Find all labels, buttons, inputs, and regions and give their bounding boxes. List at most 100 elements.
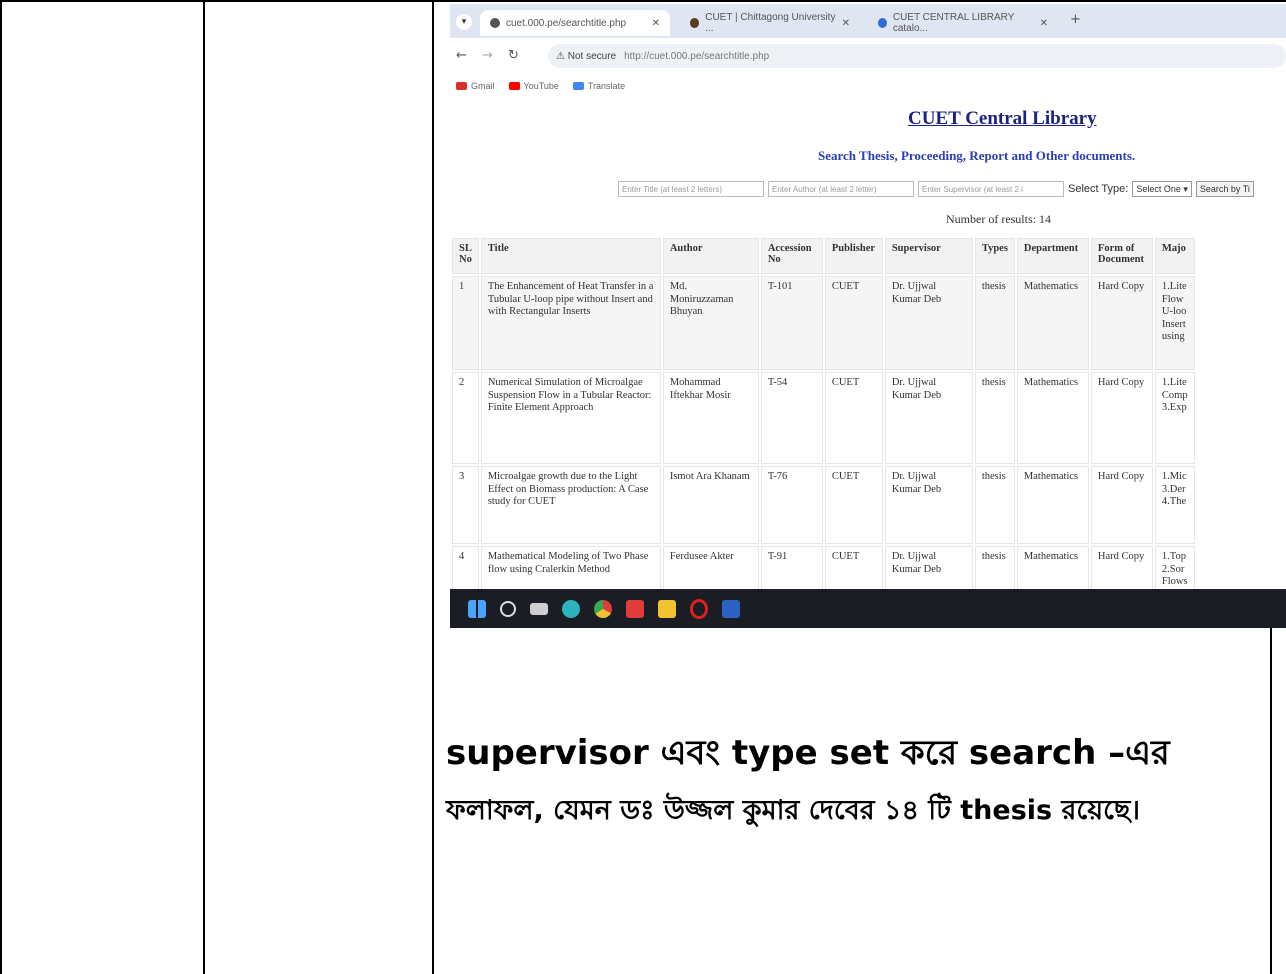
browser-screenshot: ▾ cuet.000.pe/searchtitle.php ✕ CUET | C… (450, 4, 1286, 628)
col-header-form: Form of Document (1090, 238, 1153, 274)
search-button[interactable]: Search by Ti (1195, 181, 1254, 197)
table-border-col3 (1270, 598, 1272, 974)
search-icon[interactable] (500, 600, 516, 617)
author-search-input[interactable]: Enter Author (at least 2 letter) (768, 181, 914, 197)
tab-library[interactable]: CUET CENTRAL LIBRARY catalo... ✕ (868, 10, 1058, 36)
youtube-icon (508, 82, 520, 90)
not-secure-badge[interactable]: ⚠ Not secure (556, 51, 616, 62)
cell-sl: 1 (452, 276, 479, 370)
bookmark-label: YouTube (523, 81, 559, 91)
col-header-types: Types (974, 238, 1015, 274)
tab-label: cuet.000.pe/searchtitle.php (506, 17, 627, 29)
cell-type: thesis (974, 372, 1015, 464)
back-arrow-icon[interactable]: ← (456, 48, 467, 63)
cell-author: Ismot Ara Khanam (662, 466, 759, 544)
tab-label: CUET | Chittagong University ... (705, 12, 836, 34)
cell-sl: 3 (452, 466, 479, 544)
col-header-title: Title (480, 238, 661, 274)
cell-title: The Enhancement of Heat Transfer in a Tu… (480, 276, 661, 370)
table-row: 3 Microalgae growth due to the Light Eff… (452, 466, 1195, 544)
col-header-department: Department (1016, 238, 1089, 274)
cuet-logo-icon (690, 18, 700, 28)
translate-icon (572, 82, 584, 90)
table-row: 1 The Enhancement of Heat Transfer in a … (452, 276, 1195, 370)
cell-accession: T-101 (760, 276, 823, 370)
cell-author: Mohammad Iftekhar Mosir (662, 372, 759, 464)
cell-title: Microalgae growth due to the Light Effec… (480, 466, 661, 544)
close-tab-icon[interactable]: ✕ (842, 18, 850, 29)
bookmark-translate[interactable]: Translate (572, 81, 626, 91)
library-logo-icon (878, 18, 887, 28)
windows-start-icon[interactable] (468, 599, 486, 618)
results-table: SL No Title Author Accession No Publishe… (450, 236, 1197, 608)
cell-form: Hard Copy (1090, 372, 1153, 464)
chevron-down-icon: ▾ (1180, 183, 1188, 194)
cell-type: thesis (974, 466, 1015, 544)
gmail-icon (456, 82, 467, 90)
cell-type: thesis (974, 276, 1015, 370)
cell-supervisor: Dr. Ujjwal Kumar Deb (884, 372, 973, 464)
url-text: http://cuet.000.pe/searchtitle.php (624, 50, 770, 62)
cell-publisher: CUET (824, 276, 883, 370)
tab-strip: ▾ cuet.000.pe/searchtitle.php ✕ CUET | C… (450, 4, 1286, 38)
type-select-value: Select One (1136, 184, 1181, 194)
task-view-icon[interactable] (530, 602, 548, 615)
bookmark-label: Gmail (471, 81, 495, 91)
caption-line-1: supervisor এবং type set করে search –এর (446, 733, 1170, 773)
col-header-accession: Accession No (760, 238, 823, 274)
table-border-top (0, 0, 1286, 2)
cell-author: Md. Moniruzzaman Bhuyan (662, 276, 759, 370)
windows-taskbar (450, 589, 1286, 628)
reload-icon[interactable]: ↻ (508, 48, 519, 63)
tab-cuet[interactable]: CUET | Chittagong University ... ✕ (680, 10, 860, 36)
cell-form: Hard Copy (1090, 276, 1153, 370)
supervisor-search-input[interactable]: Enter Supervisor (at least 2 l (918, 181, 1064, 197)
forward-arrow-icon[interactable]: → (482, 48, 493, 63)
edge-icon[interactable] (562, 599, 580, 618)
opera-icon[interactable] (690, 598, 708, 619)
tab-search-dropdown-icon[interactable]: ▾ (456, 14, 472, 30)
cell-sl: 2 (452, 372, 479, 464)
cell-department: Mathematics (1016, 372, 1089, 464)
title-search-input[interactable]: Enter Title (at least 2 letters) (618, 181, 764, 197)
bookmark-youtube[interactable]: YouTube (508, 81, 559, 91)
type-label: Select Type: (1068, 183, 1129, 195)
media-icon[interactable] (626, 599, 644, 618)
address-bar-row: ← → ↻ ⚠ Not secure http://cuet.000.pe/se… (450, 38, 1286, 74)
url-field[interactable]: ⚠ Not secure http://cuet.000.pe/searchti… (548, 44, 1286, 68)
bookmark-label: Translate (587, 81, 626, 91)
cell-title: Numerical Simulation of Microalgae Suspe… (480, 372, 661, 464)
table-border-left (0, 0, 2, 974)
table-border-col1 (203, 0, 205, 974)
bookmark-gmail[interactable]: Gmail (456, 81, 495, 91)
cell-major: 1.Lite Flow U-loo Insert using (1154, 276, 1195, 370)
bookmarks-bar: Gmail YouTube Translate (450, 76, 1286, 96)
results-count: Number of results: 14 (946, 212, 1051, 226)
cell-publisher: CUET (824, 372, 883, 464)
close-tab-icon[interactable]: ✕ (652, 18, 660, 29)
cell-major: 1.Mic 3.Der 4.The (1154, 466, 1195, 544)
cell-accession: T-76 (760, 466, 823, 544)
cell-supervisor: Dr. Ujjwal Kumar Deb (884, 466, 973, 544)
chrome-icon[interactable] (594, 599, 612, 618)
library-title-link[interactable]: CUET Central Library (908, 108, 1097, 130)
file-explorer-icon[interactable] (658, 599, 676, 618)
page-subtitle: Search Thesis, Proceeding, Report and Ot… (818, 148, 1136, 163)
col-header-major: Majo (1154, 238, 1195, 274)
cell-supervisor: Dr. Ujjwal Kumar Deb (884, 276, 973, 370)
word-icon[interactable] (722, 599, 740, 618)
cell-department: Mathematics (1016, 276, 1089, 370)
caption-line-2: ফলাফল, যেমন ডঃ উজ্জল কুমার দেবের ১৪ টি t… (446, 795, 1140, 826)
col-header-supervisor: Supervisor (884, 238, 973, 274)
cell-department: Mathematics (1016, 466, 1089, 544)
cell-form: Hard Copy (1090, 466, 1153, 544)
type-select[interactable]: Select One ▾ (1132, 181, 1192, 197)
tab-label: CUET CENTRAL LIBRARY catalo... (892, 12, 1015, 34)
cell-publisher: CUET (824, 466, 883, 544)
col-header-publisher: Publisher (824, 238, 883, 274)
tab-active[interactable]: cuet.000.pe/searchtitle.php ✕ (480, 10, 670, 36)
table-row: 2 Numerical Simulation of Microalgae Sus… (452, 372, 1195, 464)
search-form: Enter Title (at least 2 letters) Enter A… (618, 181, 1254, 197)
close-tab-icon[interactable]: ✕ (1040, 18, 1048, 29)
new-tab-button[interactable]: + (1070, 12, 1081, 27)
